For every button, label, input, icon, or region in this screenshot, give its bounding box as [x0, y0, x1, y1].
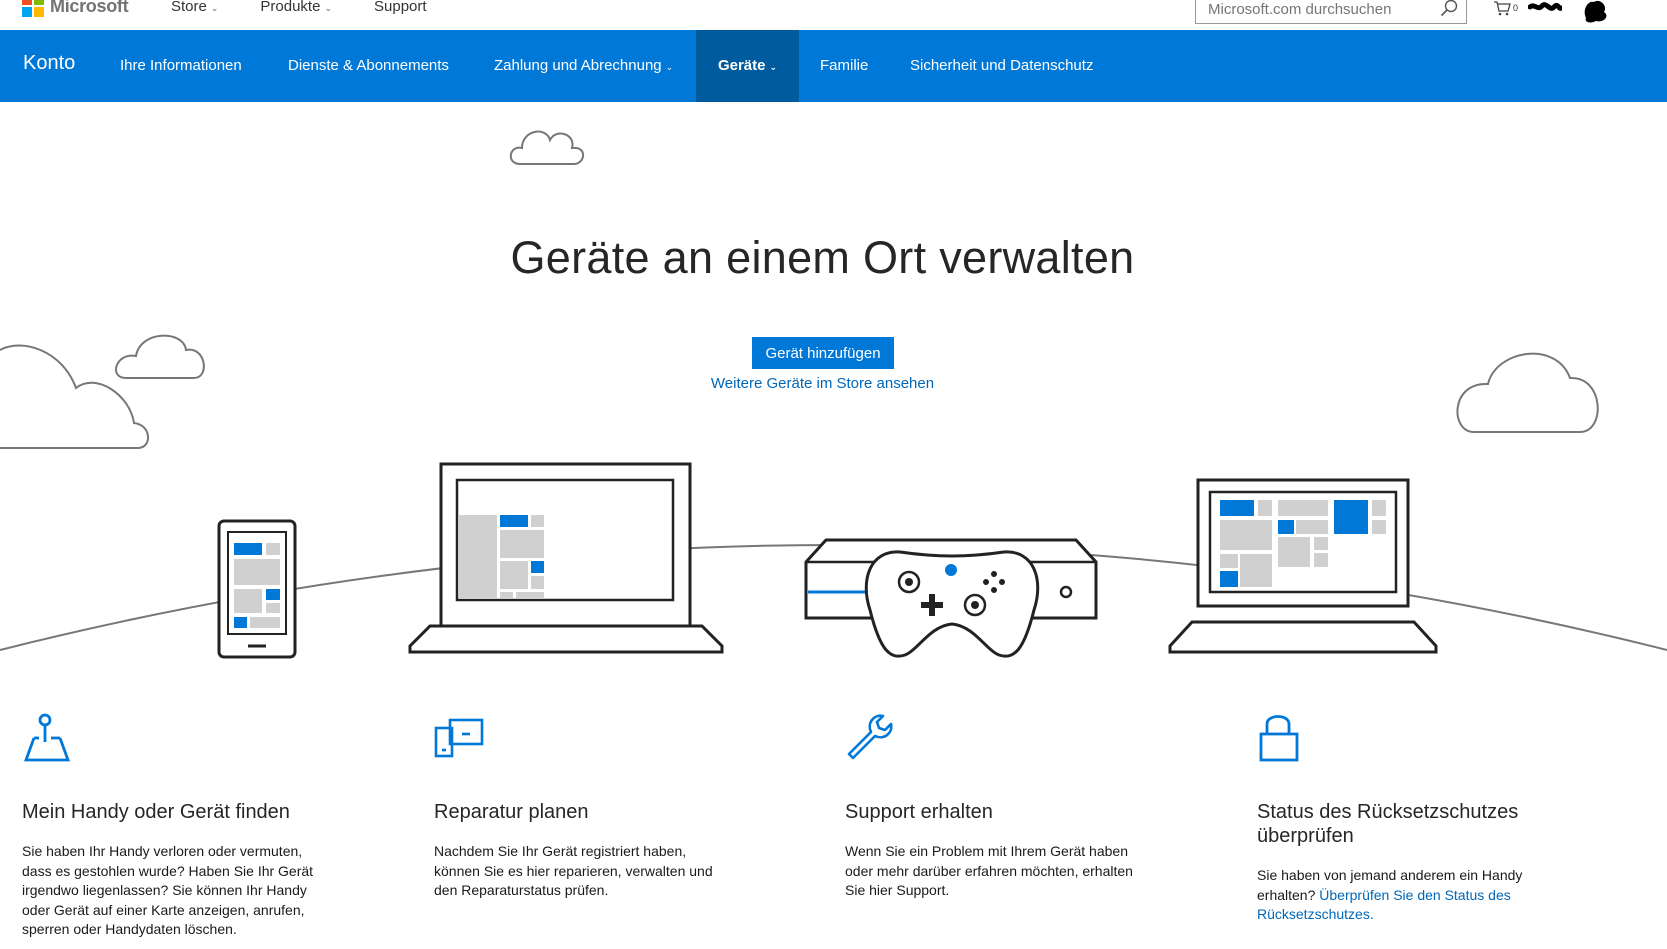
microsoft-wordmark: Microsoft	[50, 0, 129, 16]
feature-find-device: Mein Handy oder Gerät finden Sie haben I…	[22, 712, 322, 937]
top-nav-store-label: Store	[171, 0, 207, 15]
cloud-icon	[509, 130, 585, 165]
feature-description: Sie haben Ihr Handy verloren oder vermut…	[22, 843, 314, 937]
chevron-down-icon: ⌄	[210, 3, 219, 13]
search-input[interactable]	[1206, 0, 1430, 19]
tab-zahlung-abrechnung[interactable]: Zahlung und Abrechnung ⌄	[494, 57, 673, 74]
search-icon[interactable]	[1440, 0, 1458, 17]
tablet-illustration	[1168, 478, 1438, 654]
account-brand-konto[interactable]: Konto	[23, 52, 75, 75]
cart-count: 0	[1513, 3, 1519, 13]
chevron-down-icon: ⌄	[324, 3, 332, 13]
chevron-down-icon: ⌄	[665, 62, 674, 72]
feature-title: Reparatur planen	[434, 801, 589, 823]
lock-icon	[1259, 715, 1299, 762]
top-nav-produkte-label: Produkte	[260, 0, 321, 15]
top-header: Microsoft Store⌄ Produkte⌄ Support 0	[0, 0, 1667, 30]
devices-icon	[434, 718, 484, 758]
top-nav-support-label: Support	[374, 0, 427, 15]
feature-description: Wenn Sie ein Problem mit Ihrem Gerät hab…	[845, 843, 1133, 898]
redacted-username	[1528, 2, 1562, 11]
feature-title: Support erhalten	[845, 801, 993, 823]
feature-reset-protection: Status des Rücksetzschutzes überprüfen S…	[1257, 712, 1557, 922]
feature-title: Mein Handy oder Gerät finden	[22, 801, 290, 823]
top-nav-support[interactable]: Support	[374, 0, 427, 15]
map-pin-icon	[24, 713, 70, 762]
top-nav-store[interactable]: Store ⌄	[171, 0, 218, 15]
tab-ihre-informationen[interactable]: Ihre Informationen	[120, 57, 242, 74]
tab-familie[interactable]: Familie	[820, 57, 868, 74]
top-nav-produkte[interactable]: Produkte ⌄	[260, 0, 332, 15]
cart-icon	[1494, 1, 1511, 16]
page-title: Geräte an einem Ort verwalten	[510, 232, 1135, 283]
phone-illustration	[217, 519, 297, 659]
tab-geraete[interactable]: Geräte ⌄	[696, 30, 799, 74]
cloud-icon	[1456, 352, 1599, 433]
cart-button[interactable]: 0	[1493, 0, 1518, 16]
tab-geraete-active[interactable]: Geräte ⌄	[696, 30, 799, 102]
tab-dienste-abonnements[interactable]: Dienste & Abonnements	[288, 57, 449, 74]
cloud-icon	[115, 334, 205, 379]
laptop-illustration	[408, 462, 724, 654]
store-devices-link[interactable]: Weitere Geräte im Store ansehen	[0, 375, 1645, 392]
feature-description: Nachdem Sie Ihr Gerät registriert haben,…	[434, 843, 713, 898]
feature-description: Sie haben von jemand anderem ein Handy e…	[1257, 866, 1557, 925]
add-device-button[interactable]: Gerät hinzufügen	[752, 337, 894, 369]
search-box	[1195, 0, 1467, 24]
tab-sicherheit-datenschutz[interactable]: Sicherheit und Datenschutz	[910, 57, 1093, 74]
tab-zahlung-label: Zahlung und Abrechnung	[494, 57, 662, 74]
tab-geraete-label: Geräte	[717, 57, 766, 74]
feature-support: Support erhalten Wenn Sie ein Problem mi…	[845, 712, 1145, 898]
account-nav: Konto Ihre Informationen Dienste & Abonn…	[0, 30, 1667, 102]
feature-repair: Reparatur planen Nachdem Sie Ihr Gerät r…	[434, 712, 734, 898]
microsoft-grid-icon	[22, 0, 44, 17]
redacted-avatar[interactable]	[1580, 0, 1610, 24]
chevron-down-icon: ⌄	[769, 62, 778, 72]
microsoft-logo[interactable]: Microsoft	[22, 0, 129, 17]
top-nav: Store ⌄ Produkte ⌄ Support	[171, 0, 427, 17]
xbox-illustration	[804, 538, 1098, 658]
feature-title: Status des Rücksetzschutzes überprüfen	[1257, 801, 1519, 847]
wrench-icon	[847, 714, 893, 760]
